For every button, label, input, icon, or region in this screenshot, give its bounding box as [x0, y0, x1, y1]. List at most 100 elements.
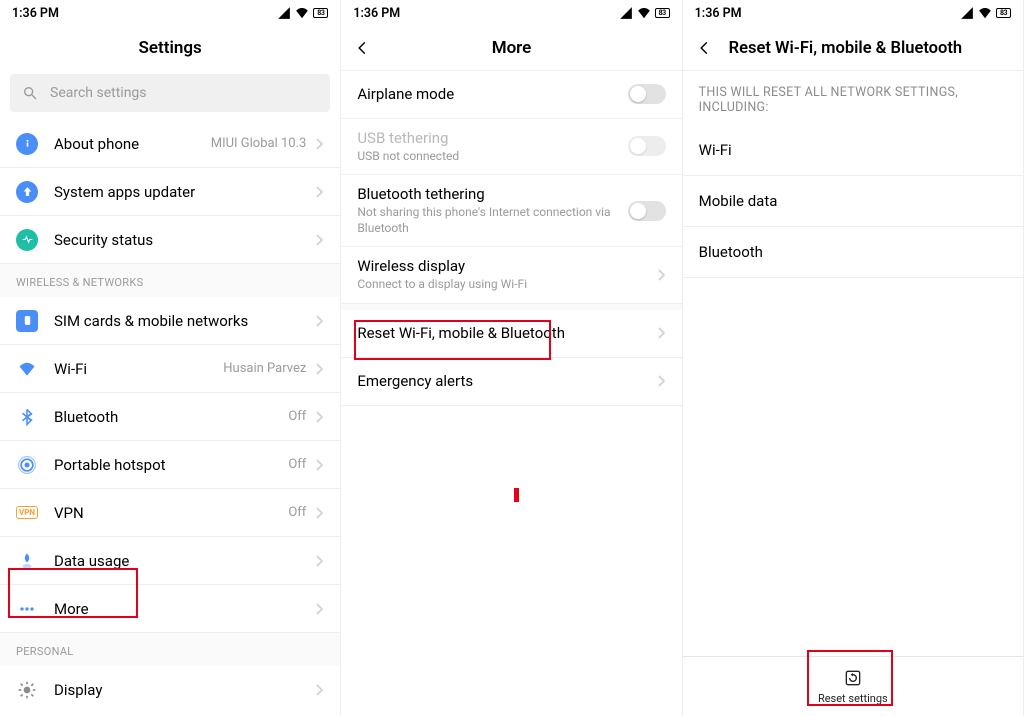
row-label: System apps updater	[54, 183, 300, 201]
row-more[interactable]: More	[0, 585, 340, 633]
search-icon	[22, 85, 38, 101]
status-bar: 1:36 PM 83	[683, 0, 1023, 26]
row-label: Airplane mode	[357, 85, 611, 103]
more-screen: 1:36 PM 83 More Airplane mode USB tether…	[341, 0, 682, 716]
status-time: 1:36 PM	[12, 6, 277, 21]
page-title: Settings	[139, 38, 202, 58]
status-icons: 83	[960, 6, 1011, 20]
reset-header: Reset Wi-Fi, mobile & Bluetooth	[683, 26, 1023, 70]
row-emergency-alerts[interactable]: Emergency alerts	[341, 358, 681, 406]
row-display[interactable]: Display	[0, 666, 340, 714]
row-value: Off	[288, 409, 306, 424]
dots-icon	[16, 598, 38, 620]
row-sim-cards[interactable]: SIM cards & mobile networks	[0, 297, 340, 345]
chevron-right-icon	[316, 603, 324, 615]
signal-icon	[277, 6, 291, 20]
row-label: Bluetooth tethering	[357, 185, 611, 203]
row-label: Wi-Fi	[54, 360, 207, 378]
chevron-right-icon	[658, 269, 666, 281]
hotspot-icon	[16, 454, 38, 476]
wifi-icon	[295, 6, 309, 20]
signal-icon	[960, 6, 974, 20]
row-label: Data usage	[54, 552, 300, 570]
row-portable-hotspot[interactable]: Portable hotspot Off	[0, 441, 340, 489]
chevron-right-icon	[658, 375, 666, 387]
row-label: Reset Wi-Fi, mobile & Bluetooth	[357, 324, 641, 342]
chevron-right-icon	[316, 684, 324, 696]
row-label: More	[54, 600, 300, 618]
back-button[interactable]	[355, 41, 373, 55]
sim-icon	[16, 310, 38, 332]
row-wireless-display[interactable]: Wireless display Connect to a display usi…	[341, 247, 681, 304]
row-label: Emergency alerts	[357, 372, 641, 390]
row-value: Off	[288, 505, 306, 520]
reset-settings-button[interactable]: Reset settings	[683, 656, 1023, 716]
chevron-right-icon	[316, 186, 324, 198]
status-icons: 83	[277, 6, 328, 20]
row-subtitle: USB not connected	[357, 149, 611, 165]
back-button[interactable]	[697, 41, 715, 55]
toggle-bluetooth-tethering[interactable]	[628, 201, 666, 221]
row-airplane-mode[interactable]: Airplane mode	[341, 71, 681, 119]
section-wireless-networks: WIRELESS & NETWORKS	[0, 264, 340, 297]
row-about-phone[interactable]: About phone MIUI Global 10.3	[0, 120, 340, 168]
chevron-right-icon	[316, 459, 324, 471]
search-settings[interactable]: Search settings	[10, 74, 330, 112]
arrow-up-icon	[16, 181, 38, 203]
toggle-airplane-mode[interactable]	[628, 84, 666, 104]
settings-header: Settings	[0, 26, 340, 70]
status-icons: 83	[619, 6, 670, 20]
page-title: Reset Wi-Fi, mobile & Bluetooth	[729, 39, 1009, 58]
chevron-right-icon	[316, 555, 324, 567]
wifi-icon	[16, 358, 38, 380]
status-time: 1:36 PM	[353, 6, 618, 21]
brightness-icon	[16, 679, 38, 701]
wifi-icon	[978, 6, 992, 20]
highlight-mark	[514, 488, 519, 502]
more-header: More	[341, 26, 681, 70]
reset-icon	[843, 668, 863, 688]
row-label: Wireless display	[357, 257, 641, 275]
row-bluetooth[interactable]: Bluetooth Off	[0, 393, 340, 441]
chevron-left-icon	[355, 41, 369, 55]
row-label: About phone	[54, 135, 195, 153]
page-title: More	[387, 38, 635, 58]
vpn-icon: VPN	[16, 502, 38, 524]
status-bar: 1:36 PM 83	[0, 0, 340, 26]
row-security-status[interactable]: Security status	[0, 216, 340, 264]
search-placeholder: Search settings	[50, 85, 147, 101]
info-icon	[16, 133, 38, 155]
battery-icon: 83	[655, 8, 670, 18]
row-label: Bluetooth	[54, 408, 272, 426]
row-label: Portable hotspot	[54, 456, 272, 474]
row-system-apps-updater[interactable]: System apps updater	[0, 168, 340, 216]
chevron-right-icon	[316, 315, 324, 327]
chevron-left-icon	[697, 41, 711, 55]
settings-screen: 1:36 PM 83 Settings Search settings Abou…	[0, 0, 341, 716]
row-label: Display	[54, 681, 300, 699]
row-value: MIUI Global 10.3	[211, 136, 307, 151]
chevron-right-icon	[316, 138, 324, 150]
chevron-right-icon	[658, 327, 666, 339]
row-value: Off	[288, 457, 306, 472]
chevron-right-icon	[316, 411, 324, 423]
reset-description: THIS WILL RESET ALL NETWORK SETTINGS, IN…	[683, 71, 1023, 125]
reset-network-screen: 1:36 PM 83 Reset Wi-Fi, mobile & Bluetoo…	[683, 0, 1024, 716]
reset-item-mobile-data: Mobile data	[683, 176, 1023, 227]
heartbeat-icon	[16, 229, 38, 251]
row-wifi[interactable]: Wi-Fi Husain Parvez	[0, 345, 340, 393]
row-usb-tethering: USB tetheringUSB not connected	[341, 119, 681, 176]
row-data-usage[interactable]: Data usage	[0, 537, 340, 585]
row-bluetooth-tethering[interactable]: Bluetooth tetheringNot sharing this phon…	[341, 175, 681, 247]
chevron-right-icon	[316, 363, 324, 375]
reset-item-bluetooth: Bluetooth	[683, 227, 1023, 278]
row-subtitle: Connect to a display using Wi-Fi	[357, 277, 641, 293]
data-icon	[16, 550, 38, 572]
section-personal: PERSONAL	[0, 633, 340, 666]
row-vpn[interactable]: VPN VPN Off	[0, 489, 340, 537]
settings-list[interactable]: About phone MIUI Global 10.3 System apps…	[0, 120, 340, 716]
row-reset-network[interactable]: Reset Wi-Fi, mobile & Bluetooth	[341, 310, 681, 358]
row-label: SIM cards & mobile networks	[54, 312, 300, 330]
status-bar: 1:36 PM 83	[341, 0, 681, 26]
row-value: Husain Parvez	[223, 361, 306, 376]
